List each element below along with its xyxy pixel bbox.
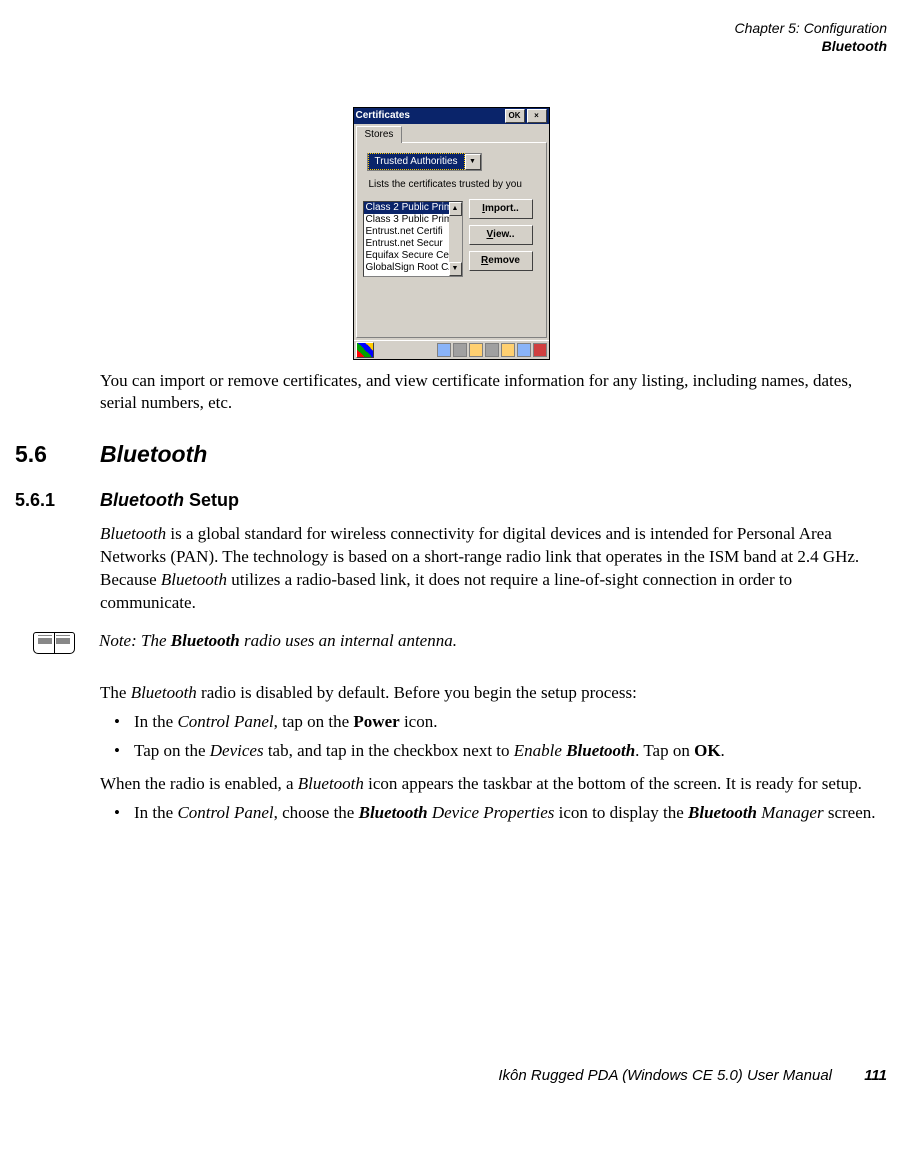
tab-stores[interactable]: Stores [356, 126, 403, 143]
start-icon[interactable] [356, 342, 374, 358]
section-heading: 5.6 Bluetooth [15, 439, 207, 470]
footer-text: Ikôn Rugged PDA (Windows CE 5.0) User Ma… [498, 1067, 832, 1084]
section-number: 5.6 [15, 439, 100, 470]
authorities-dropdown[interactable]: Trusted Authorities ▼ [367, 153, 482, 171]
header-section: Bluetooth [15, 38, 887, 56]
subsection-title: Bluetooth Setup [100, 488, 239, 512]
certificate-list[interactable]: Class 2 Public Prim Class 3 Public Prim … [363, 201, 463, 277]
view-button[interactable]: View.. [469, 225, 533, 245]
scroll-up-icon[interactable]: ▲ [449, 202, 462, 216]
list-item[interactable]: Class 3 Public Prim [364, 214, 462, 226]
tray-icon[interactable] [517, 343, 531, 357]
scroll-down-icon[interactable]: ▼ [449, 262, 462, 276]
dropdown-selected: Trusted Authorities [368, 153, 465, 171]
certificates-dialog: Certificates OK × Stores Trusted Authori… [353, 107, 550, 360]
note-text: Note: The Bluetooth radio uses an intern… [99, 628, 457, 653]
subsection-heading: 5.6.1 Bluetooth Setup [15, 488, 239, 512]
list-item[interactable]: Entrust.net Secur [364, 238, 462, 250]
list-item[interactable]: GlobalSign Root CA [364, 262, 462, 274]
taskbar [354, 340, 549, 359]
chevron-down-icon[interactable]: ▼ [465, 154, 481, 170]
import-button[interactable]: Import.. [469, 199, 533, 219]
list-item[interactable]: Equifax Secure Ce [364, 250, 462, 262]
close-icon[interactable]: × [527, 109, 547, 123]
ok-button[interactable]: OK [505, 109, 525, 123]
tray-icon[interactable] [533, 343, 547, 357]
page-number: 111 [864, 1067, 887, 1084]
section-title: Bluetooth [100, 439, 207, 470]
scrollbar[interactable]: ▲ ▼ [449, 202, 462, 276]
certificates-figure: Certificates OK × Stores Trusted Authori… [15, 107, 887, 360]
dialog-title: Certificates [356, 109, 410, 123]
note-block: Note: The Bluetooth radio uses an intern… [33, 628, 887, 656]
dialog-titlebar: Certificates OK × [354, 108, 549, 124]
dialog-description: Lists the certificates trusted by you [369, 179, 536, 192]
subsection-number: 5.6.1 [15, 488, 100, 512]
bullet-item: Tap on the Devices tab, and tap in the c… [100, 740, 887, 763]
tray-icon[interactable] [485, 343, 499, 357]
bullet-item: In the Control Panel, choose the Bluetoo… [100, 802, 887, 825]
bluetooth-paragraph-2: The Bluetooth radio is disabled by defau… [100, 682, 887, 705]
remove-button[interactable]: Remove [469, 251, 533, 271]
tray-icon[interactable] [501, 343, 515, 357]
book-icon [33, 628, 75, 656]
tray-icon[interactable] [437, 343, 451, 357]
bluetooth-paragraph-3: When the radio is enabled, a Bluetooth i… [100, 773, 887, 796]
list-item[interactable]: Entrust.net Certifi [364, 226, 462, 238]
intro-paragraph: You can import or remove certificates, a… [100, 370, 887, 416]
header-chapter: Chapter 5: Configuration [15, 20, 887, 38]
page-header: Chapter 5: Configuration Bluetooth [15, 20, 887, 55]
bluetooth-paragraph-1: Bluetooth is a global standard for wirel… [100, 523, 887, 615]
list-item[interactable]: Class 2 Public Prim [364, 202, 462, 214]
tray-icon[interactable] [453, 343, 467, 357]
tray-icon[interactable] [469, 343, 483, 357]
bullet-item: In the Control Panel, tap on the Power i… [100, 711, 887, 734]
page-footer: Ikôn Rugged PDA (Windows CE 5.0) User Ma… [0, 1066, 887, 1086]
